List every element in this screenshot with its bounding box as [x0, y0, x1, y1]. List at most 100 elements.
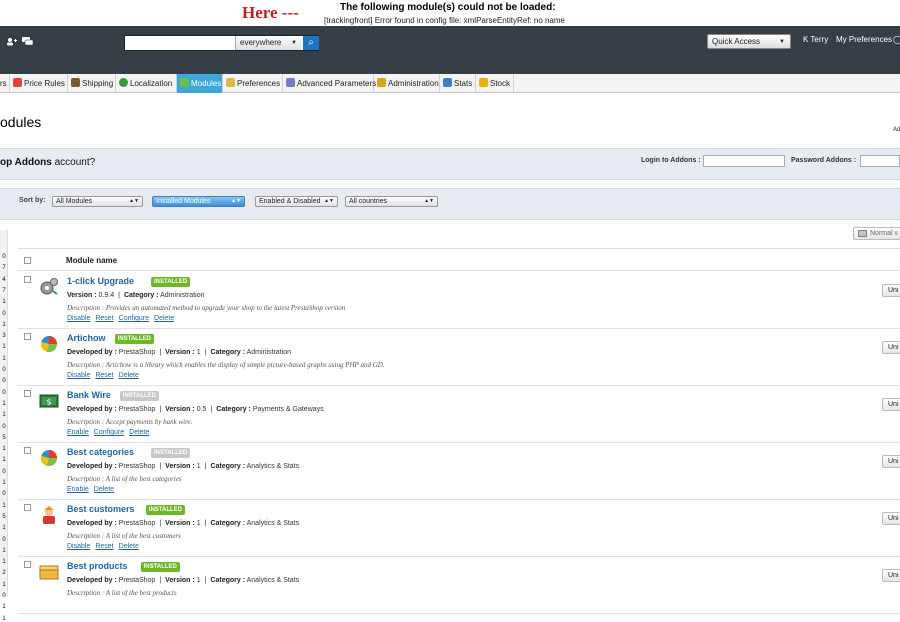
tab-shipping[interactable]: Shipping: [68, 74, 116, 93]
tab-label: Price Rules: [24, 79, 65, 88]
module-checkbox[interactable]: [24, 390, 31, 397]
meta-separator: |: [204, 577, 207, 584]
tab-modules[interactable]: Modules: [177, 74, 223, 93]
error-banner: Here --- The following module(s) could n…: [0, 0, 900, 26]
meta-label: Version :: [165, 463, 195, 470]
meta-value: 0.9.4: [98, 292, 115, 299]
uninstall-button[interactable]: Uni: [882, 398, 900, 411]
power-icon[interactable]: ◯: [893, 35, 900, 44]
customer-icon: [39, 505, 59, 525]
messages-icon[interactable]: [22, 37, 34, 49]
module-action-delete[interactable]: Delete: [119, 543, 139, 550]
uninstall-button[interactable]: Uni: [882, 512, 900, 525]
module-action-delete[interactable]: Delete: [94, 486, 114, 493]
meta-value: PrestaShop: [118, 349, 156, 356]
module-action-reset[interactable]: Reset: [95, 543, 113, 550]
tab-label: Stats: [454, 79, 473, 88]
module-row: Best customers INSTALLED Developed by : Pr…: [18, 500, 900, 557]
module-action-enable[interactable]: Enable: [67, 429, 89, 436]
module-name[interactable]: 1-click Upgrade: [67, 276, 134, 286]
module-name[interactable]: Artichow: [67, 333, 106, 343]
module-checkbox[interactable]: [24, 504, 31, 511]
stock-icon: [479, 78, 488, 87]
addons-login-label: Login to Addons :: [641, 157, 701, 164]
tab-preferences[interactable]: Preferences: [223, 74, 283, 93]
module-meta: Developed by : PrestaShop | Version : 1 | Ca…: [67, 349, 291, 356]
meta-separator: |: [210, 406, 213, 413]
module-action-disable[interactable]: Disable: [67, 543, 90, 550]
quick-access-select[interactable]: Quick Access ▼: [707, 34, 791, 49]
module-name[interactable]: Best customers: [67, 504, 135, 514]
module-action-reset[interactable]: Reset: [95, 315, 113, 322]
module-checkbox[interactable]: [24, 447, 31, 454]
category-count: 1: [2, 400, 6, 407]
tab-stock[interactable]: Stock: [476, 74, 514, 93]
module-checkbox[interactable]: [24, 561, 31, 568]
normal-view-button[interactable]: Normal v: [853, 227, 900, 240]
search-bar: everywhere ▼ ⌕: [124, 35, 319, 51]
meta-value: Payments & Gateways: [252, 406, 324, 413]
tab-price-rules[interactable]: Price Rules: [10, 74, 68, 93]
meta-value: Administration: [246, 349, 291, 356]
pie-chart-icon: [39, 334, 59, 354]
meta-label: Version :: [165, 406, 195, 413]
globe-icon: [119, 78, 128, 87]
module-action-delete[interactable]: Delete: [119, 372, 139, 379]
module-row: Best products INSTALLED Developed by : Pre…: [18, 557, 900, 614]
country-select[interactable]: All countries ▲▼: [345, 196, 438, 207]
module-type-select[interactable]: All Modules ▲▼: [52, 196, 143, 207]
module-meta: Developed by : PrestaShop | Version : 1 | Ca…: [67, 463, 299, 470]
module-action-delete[interactable]: Delete: [129, 429, 149, 436]
meta-value: 0.5: [196, 406, 207, 413]
stats-icon: [443, 78, 452, 87]
category-count: 4: [2, 276, 6, 283]
module-name[interactable]: Bank Wire: [67, 390, 111, 400]
category-count: 1: [2, 344, 6, 351]
install-status-select[interactable]: Installed Modules ▲▼: [152, 196, 245, 207]
search-button[interactable]: ⌕: [303, 36, 319, 50]
module-name[interactable]: Best categories: [67, 447, 134, 457]
uninstall-button[interactable]: Uni: [882, 341, 900, 354]
module-action-disable[interactable]: Disable: [67, 372, 90, 379]
meta-label: Category :: [210, 520, 246, 527]
module-action-configure[interactable]: Configure: [119, 315, 149, 322]
category-count: 0: [2, 254, 6, 260]
category-count: 7: [2, 265, 6, 272]
module-action-disable[interactable]: Disable: [67, 315, 90, 322]
user-name-link[interactable]: K Terry: [803, 35, 828, 44]
module-name[interactable]: Best products: [67, 561, 128, 571]
module-checkbox[interactable]: [24, 276, 31, 283]
search-input[interactable]: [125, 36, 235, 50]
tab-advanced-parameters[interactable]: Advanced Parameters: [283, 74, 377, 93]
uninstall-button[interactable]: Uni: [882, 455, 900, 468]
tab-stats[interactable]: Stats: [440, 74, 476, 93]
module-checkbox[interactable]: [24, 333, 31, 340]
enabled-status-select[interactable]: Enabled & Disabled ▲▼: [255, 196, 338, 207]
key-icon: [377, 78, 386, 87]
tab-localization[interactable]: Localization: [116, 74, 177, 93]
search-scope-select[interactable]: everywhere ▼: [235, 36, 301, 50]
tab-administration[interactable]: Administration: [374, 74, 440, 93]
price-rules-icon: [13, 78, 22, 87]
meta-separator: |: [204, 463, 207, 470]
module-action-delete[interactable]: Delete: [154, 315, 174, 322]
module-action-enable[interactable]: Enable: [67, 486, 89, 493]
tab-customers[interactable]: rs: [0, 74, 10, 93]
customers-icon[interactable]: [6, 37, 18, 49]
addons-password-label: Password Addons :: [791, 157, 857, 164]
module-action-configure[interactable]: Configure: [94, 429, 124, 436]
meta-value: 1: [196, 577, 201, 584]
uninstall-button[interactable]: Uni: [882, 569, 900, 582]
my-preferences-link[interactable]: My Preferences: [836, 35, 892, 44]
category-count: 1: [2, 412, 6, 419]
module-action-reset[interactable]: Reset: [95, 372, 113, 379]
tab-label: Advanced Parameters: [297, 79, 377, 88]
admin-header: everywhere ▼ ⌕ Quick Access ▼ K Terry My…: [0, 26, 900, 74]
meta-value: PrestaShop: [118, 520, 156, 527]
uninstall-button[interactable]: Uni: [882, 284, 900, 297]
addons-password-input[interactable]: [860, 155, 900, 167]
meta-value: Analytics & Stats: [246, 577, 300, 584]
select-all-checkbox[interactable]: [24, 257, 31, 264]
addons-login-input[interactable]: [703, 155, 785, 167]
chevron-updown-icon: ▲▼: [324, 198, 334, 204]
